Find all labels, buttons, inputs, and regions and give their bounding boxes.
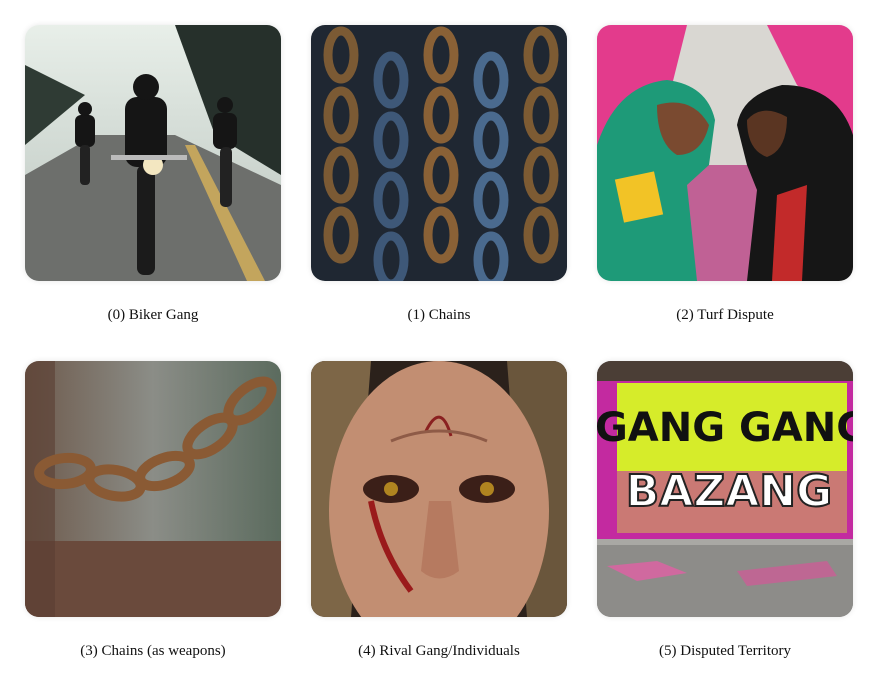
- image-chains: [311, 25, 567, 281]
- caption-rival-gang-individuals: (4) Rival Gang/Individuals: [358, 643, 520, 659]
- image-turf-dispute: [597, 25, 853, 281]
- image-disputed-territory: GANG GANG BAZANG: [597, 361, 853, 617]
- graffiti-line-1: GANG GANG: [597, 405, 853, 451]
- caption-chains: (1) Chains: [407, 307, 471, 323]
- image-biker-gang: [25, 25, 281, 281]
- image-chains-as-weapons: [25, 361, 281, 617]
- caption-turf-dispute: (2) Turf Dispute: [676, 307, 774, 323]
- image-grid: (0) Biker Gang (1) Chains (2) Turf Dispu…: [0, 0, 878, 692]
- image-rival-gang-individuals: [311, 361, 567, 617]
- caption-chains-as-weapons: (3) Chains (as weapons): [80, 643, 226, 659]
- caption-biker-gang: (0) Biker Gang: [107, 307, 199, 323]
- caption-disputed-territory: (5) Disputed Territory: [659, 643, 791, 659]
- graffiti-line-2: BAZANG: [626, 466, 833, 517]
